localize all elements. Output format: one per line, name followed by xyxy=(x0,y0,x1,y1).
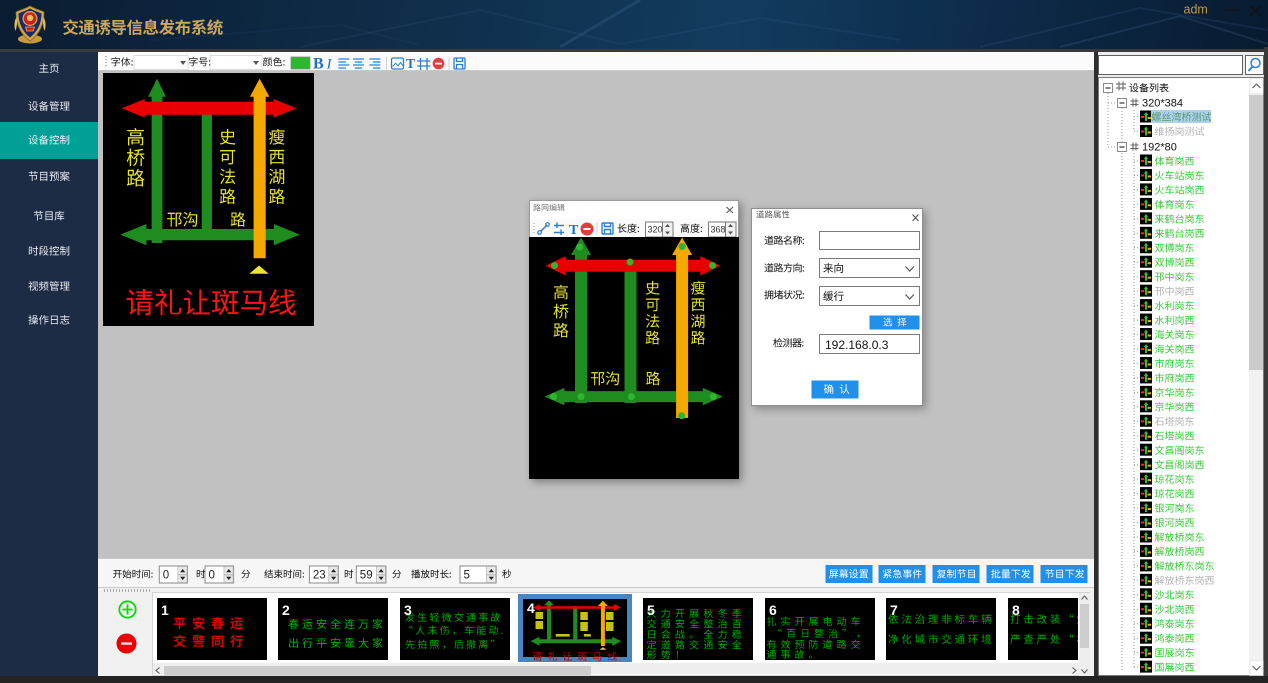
svg-text:2: 2 xyxy=(282,602,290,618)
svg-text:320*384: 320*384 xyxy=(1142,98,1183,110)
svg-text:192*80: 192*80 xyxy=(1142,142,1177,154)
svg-text:4: 4 xyxy=(527,600,535,616)
svg-text:adm: adm xyxy=(1184,3,1208,17)
svg-text:1: 1 xyxy=(161,602,169,618)
svg-text:6: 6 xyxy=(769,602,777,618)
svg-text:5: 5 xyxy=(647,602,655,618)
svg-text:3: 3 xyxy=(404,602,412,618)
svg-text:7: 7 xyxy=(890,602,898,618)
svg-text:8: 8 xyxy=(1012,602,1020,618)
